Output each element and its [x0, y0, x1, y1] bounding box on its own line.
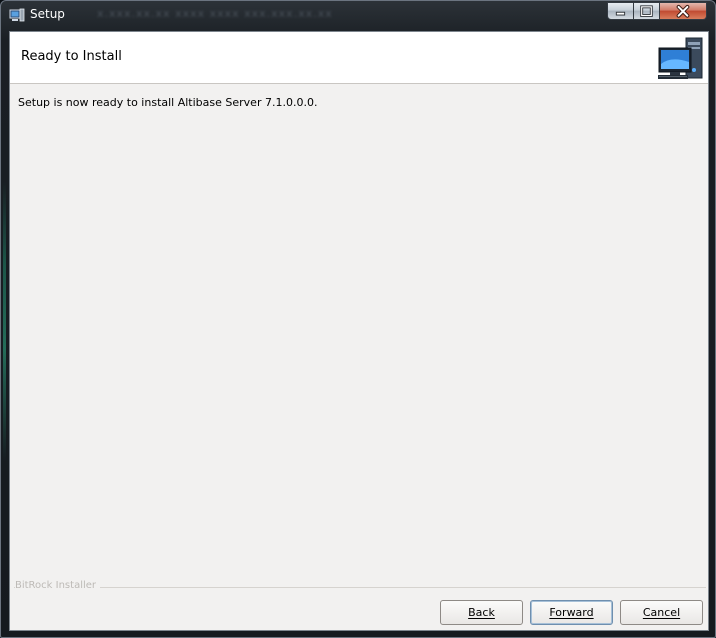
minimize-button[interactable]	[607, 2, 634, 20]
window-controls	[607, 2, 707, 21]
page-header: Ready to Install	[10, 32, 708, 84]
footer-divider	[14, 587, 706, 588]
forward-button-label: Forward	[549, 606, 594, 619]
back-button[interactable]: Back	[440, 600, 523, 625]
computer-icon	[658, 37, 703, 79]
brand-label: BitRock Installer	[15, 580, 101, 591]
cancel-button-label: Cancel	[642, 606, 681, 619]
cancel-button[interactable]: Cancel	[620, 600, 703, 625]
close-icon	[676, 4, 690, 18]
close-button[interactable]	[660, 2, 707, 20]
page-title: Ready to Install	[21, 49, 122, 64]
title-bar[interactable]: Setup x.xxx.xx.xx xxxx xxxx xxx.xxx.xx.x…	[1, 1, 715, 31]
setup-app-icon	[9, 8, 25, 22]
minimize-icon	[615, 11, 626, 16]
back-button-label: Back	[468, 606, 495, 619]
maximize-icon	[640, 5, 653, 17]
window-title-obscured: x.xxx.xx.xx xxxx xxxx xxx.xxx.xx.xx	[97, 7, 333, 20]
installer-panel: Ready to Install Setup is now ready to i…	[9, 31, 709, 631]
window-title: Setup	[30, 7, 65, 21]
forward-button[interactable]: Forward	[530, 600, 613, 625]
setup-window: Setup x.xxx.xx.xx xxxx xxxx xxx.xxx.xx.x…	[0, 0, 716, 638]
maximize-button[interactable]	[634, 2, 660, 20]
window-edge-glow	[3, 181, 6, 461]
ready-message: Setup is now ready to install Altibase S…	[18, 96, 318, 109]
